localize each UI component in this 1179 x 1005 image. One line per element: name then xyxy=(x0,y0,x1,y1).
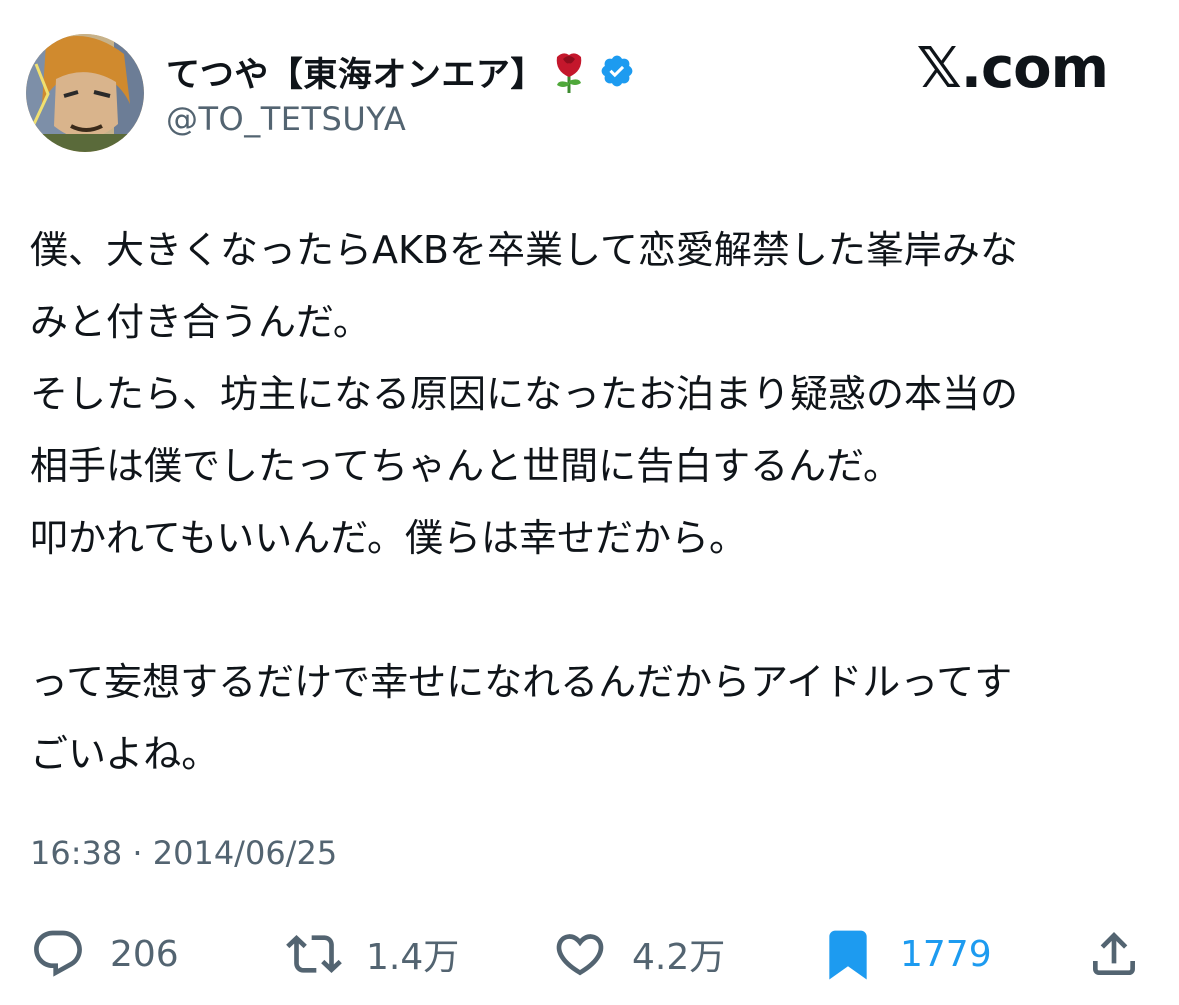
tweet-line: 僕、大きくなったらAKBを卒業して恋愛解禁した峯岸みな xyxy=(30,228,1018,272)
reply-count: 206 xyxy=(110,933,179,975)
reply-icon xyxy=(34,930,82,977)
bookmark-icon xyxy=(829,930,867,980)
verified-badge-icon xyxy=(599,53,635,89)
repost-count: 1.4万 xyxy=(366,937,460,978)
tweet-blank-line xyxy=(30,574,1150,646)
author-info: てつや【東海オンエア】 @TO_TETSUYA xyxy=(166,48,635,138)
rose-emoji-icon xyxy=(551,49,587,93)
repost-button[interactable]: 1.4万 xyxy=(286,920,459,988)
like-button[interactable]: 4.2万 xyxy=(552,920,725,988)
tweet-line: ごいよね。 xyxy=(30,732,220,776)
avatar[interactable] xyxy=(26,34,144,152)
tweet-line: みと付き合うんだ。 xyxy=(30,300,371,344)
like-count: 4.2万 xyxy=(632,937,726,978)
reply-button[interactable]: 206 xyxy=(30,920,179,988)
tweet-line: そしたら、坊主になる原因になったお泊まり疑惑の本当の xyxy=(30,372,1019,416)
tweet-line: 叩かれてもいいんだ。僕らは幸せだから。 xyxy=(30,516,748,560)
action-bar: 206 1.4万 4.2万 1779 xyxy=(30,920,1150,988)
tweet-line: 相手は僕でしたってちゃんと世間に告白するんだ。 xyxy=(30,444,901,488)
share-icon xyxy=(1093,932,1135,975)
bookmark-count: 1779 xyxy=(900,933,992,975)
tweet-line: って妄想するだけで幸せになれるんだからアイドルってす xyxy=(30,660,1013,704)
tweet-timestamp[interactable]: 16:38 · 2014/06/25 xyxy=(30,834,337,872)
display-name[interactable]: てつや【東海オンエア】 xyxy=(166,47,545,96)
handle[interactable]: @TO_TETSUYA xyxy=(166,100,635,138)
tweet-text: 僕、大きくなったらAKBを卒業して恋愛解禁した峯岸みな みと付き合うんだ。 そし… xyxy=(30,214,1150,790)
bookmark-button[interactable]: 1779 xyxy=(820,920,992,988)
x-logo-brand: 𝕏.com xyxy=(916,36,1109,101)
share-button[interactable] xyxy=(1086,920,1142,988)
heart-icon xyxy=(556,934,604,976)
tweet-header: てつや【東海オンエア】 @TO_TETSUYA 𝕏.com xyxy=(26,34,1146,154)
repost-icon xyxy=(286,935,342,973)
